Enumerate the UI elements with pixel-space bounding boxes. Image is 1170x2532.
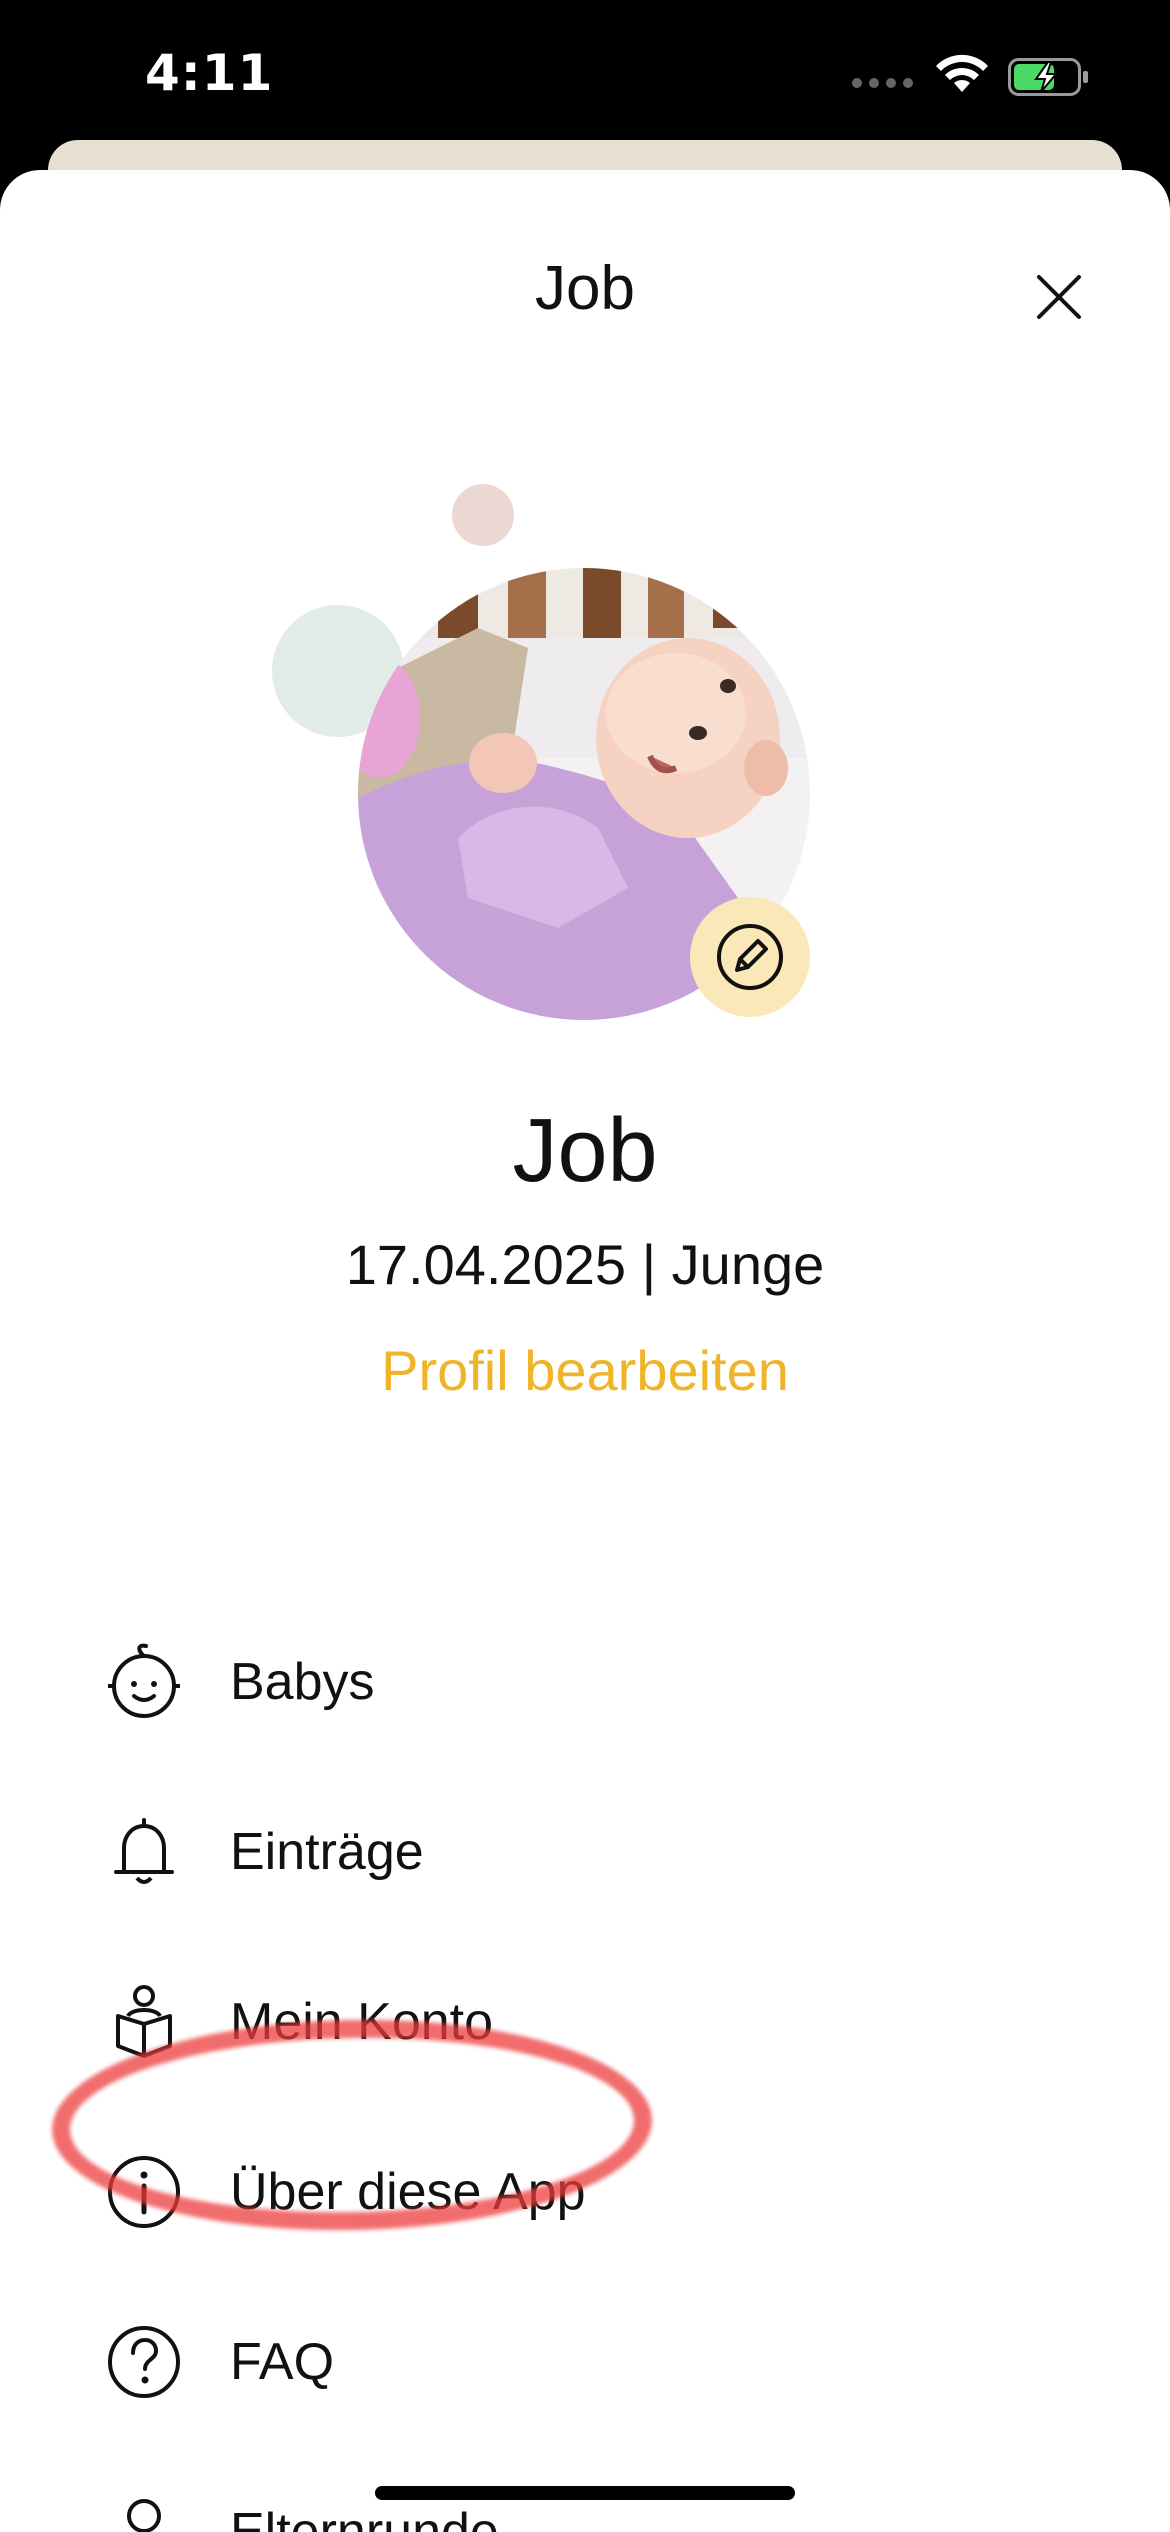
menu-item-label: Über diese App [230, 2163, 586, 2221]
edit-profile-link[interactable]: Profil bearbeiten [0, 1338, 1170, 1403]
close-icon[interactable] [1024, 262, 1094, 332]
app-screen: 4:11 Job Job 17.04.2025 | Junge Profil b… [0, 0, 1170, 2532]
menu-item-faq[interactable]: FAQ [100, 2307, 1100, 2417]
profile-name: Job [512, 1101, 658, 1201]
decorative-bubble-pink [452, 484, 514, 546]
edit-photo-button[interactable] [690, 897, 810, 1017]
question-icon [100, 2318, 188, 2406]
menu-item-ueber-diese-app[interactable]: Über diese App [100, 2137, 1100, 2247]
baby-face-icon [100, 1638, 188, 1726]
pencil-icon [717, 924, 783, 990]
cellular-signal-icon [852, 78, 913, 88]
status-time: 4:11 [145, 44, 274, 102]
menu-item-label: Mein Konto [230, 1993, 494, 2051]
menu-item-label: FAQ [230, 2333, 335, 2391]
bell-icon [100, 1808, 188, 1896]
sheet-title: Job [535, 254, 635, 323]
wifi-icon [936, 54, 988, 92]
menu-item-mein-konto[interactable]: Mein Konto [100, 1967, 1100, 2077]
menu-item-eintraege[interactable]: Einträge [100, 1797, 1100, 1907]
person-icon [100, 2488, 188, 2532]
status-bar: 4:11 [0, 0, 1170, 150]
profile-birthdate-gender: 17.04.2025 | Junge [345, 1233, 825, 1296]
person-reading-icon [100, 1978, 188, 2066]
home-indicator [375, 2486, 795, 2500]
info-icon [100, 2148, 188, 2236]
menu-item-label: Einträge [230, 1823, 424, 1881]
battery-charging-icon [1008, 58, 1088, 96]
menu-item-label: Babys [230, 1653, 375, 1711]
profile-sheet: Job Job 17.04.2025 | Junge Profil bearbe… [0, 170, 1170, 2532]
menu-item-label: Elternrunde [230, 2503, 499, 2532]
menu-item-babys[interactable]: Babys [100, 1627, 1100, 1737]
